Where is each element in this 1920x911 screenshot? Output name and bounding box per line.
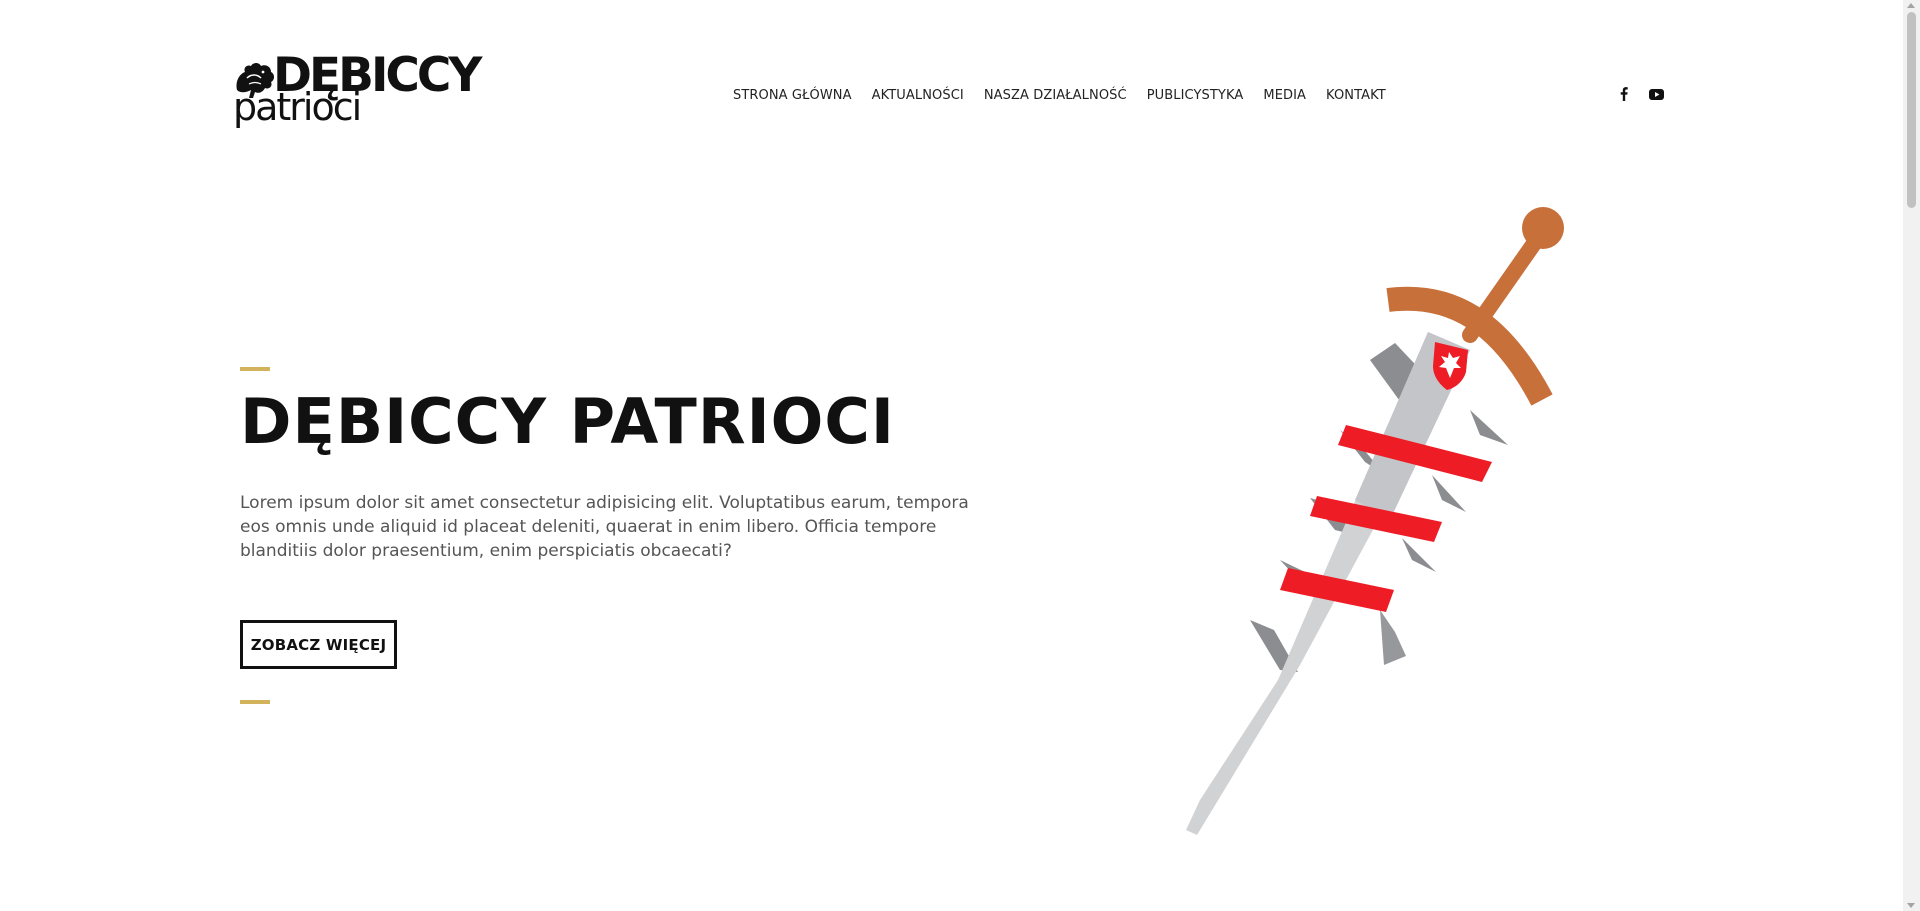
hero-title: DĘBICCY PATRIOCI [240, 385, 895, 458]
nav-item-publications[interactable]: PUBLICYSTYKA [1147, 88, 1244, 103]
main-nav: STRONA GŁÓWNA AKTUALNOŚCI NASZA DZIAŁALN… [733, 88, 1406, 103]
site-logo[interactable]: DĘBICCY patrioci [233, 52, 482, 132]
logo-text-bottom: patrioci [233, 85, 362, 129]
nav-item-media[interactable]: MEDIA [1263, 88, 1306, 103]
scroll-down-icon[interactable] [1907, 903, 1915, 908]
hero-description: Lorem ipsum dolor sit amet consectetur a… [240, 493, 969, 561]
see-more-button[interactable]: ZOBACZ WIĘCEJ [240, 620, 397, 669]
sword-illustration [1186, 207, 1564, 835]
page: DĘBICCY patrioci STRONA GŁÓWNA AKTUALNOŚ… [0, 0, 1920, 911]
youtube-icon[interactable] [1647, 86, 1665, 102]
page-scrollbar[interactable] [1903, 0, 1920, 911]
accent-line-top [240, 367, 270, 371]
facebook-icon[interactable] [1615, 86, 1633, 102]
scroll-up-icon[interactable] [1907, 3, 1915, 8]
nav-item-activities[interactable]: NASZA DZIAŁALNOŚĆ [984, 88, 1127, 103]
nav-item-home[interactable]: STRONA GŁÓWNA [733, 88, 852, 103]
sword-pommel [1522, 207, 1564, 249]
social-links [1615, 86, 1665, 102]
scrollbar-thumb[interactable] [1907, 12, 1916, 208]
nav-item-news[interactable]: AKTUALNOŚCI [872, 88, 964, 103]
accent-line-bottom [240, 700, 270, 704]
nav-item-contact[interactable]: KONTAKT [1326, 88, 1386, 103]
